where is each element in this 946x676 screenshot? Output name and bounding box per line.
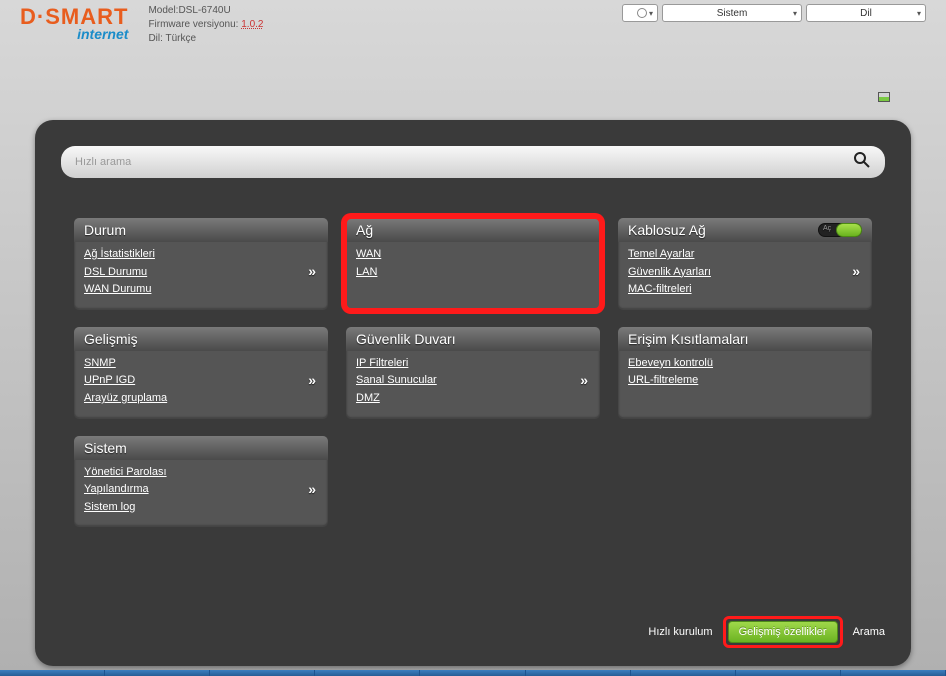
link-snmp[interactable]: SNMP <box>84 355 318 373</box>
cards-grid: Durum Ağ İstatistikleri DSL Durumu WAN D… <box>61 218 885 526</box>
brand-logo: D·SMART internet <box>20 4 128 42</box>
link-configuration[interactable]: Yapılandırma <box>84 481 318 499</box>
card-advanced: Gelişmiş SNMP UPnP IGD Arayüz gruplama » <box>74 327 328 418</box>
card-system: Sistem Yönetici Parolası Yapılandırma Si… <box>74 436 328 527</box>
card-firewall-body: IP Filtreleri Sanal Sunucular DMZ <box>346 351 600 418</box>
card-advanced-body: SNMP UPnP IGD Arayüz gruplama <box>74 351 328 418</box>
system-dropdown[interactable]: Sistem <box>662 4 802 22</box>
search-bar[interactable]: Hızlı arama <box>61 146 885 178</box>
signal-icon <box>878 92 890 102</box>
bulb-dropdown[interactable] <box>622 4 658 22</box>
card-network-body: WAN LAN <box>346 242 600 291</box>
footer-quick-setup[interactable]: Hızlı kurulum <box>648 626 712 638</box>
card-status-expand-icon[interactable]: » <box>308 263 316 279</box>
card-advanced-header: Gelişmiş <box>74 327 328 351</box>
card-system-expand-icon[interactable]: » <box>308 481 316 497</box>
card-status-header: Durum <box>74 218 328 242</box>
toggle-label: Aç <box>823 225 831 232</box>
card-wireless-expand-icon[interactable]: » <box>852 263 860 279</box>
link-dsl-status[interactable]: DSL Durumu <box>84 264 318 282</box>
language-row: Dil: Türkçe <box>148 32 622 46</box>
footer-advanced-highlight: Gelişmiş özellikler <box>723 616 843 648</box>
card-access-header: Erişim Kısıtlamaları <box>618 327 872 351</box>
top-bar: D·SMART internet Model:DSL-6740U Firmwar… <box>0 0 946 50</box>
top-controls: Sistem Dil <box>622 4 926 22</box>
card-status-body: Ağ İstatistikleri DSL Durumu WAN Durumu <box>74 242 328 309</box>
link-interface-grouping[interactable]: Arayüz gruplama <box>84 390 318 408</box>
card-wireless-body: Temel Ayarlar Güvenlik Ayarları MAC-filt… <box>618 242 872 309</box>
search-input[interactable]: Hızlı arama <box>75 156 853 168</box>
card-advanced-expand-icon[interactable]: » <box>308 372 316 388</box>
link-network-stats[interactable]: Ağ İstatistikleri <box>84 246 318 264</box>
model-row: Model:DSL-6740U <box>148 4 622 18</box>
link-wan-status[interactable]: WAN Durumu <box>84 281 318 299</box>
firmware-version-link[interactable]: 1.0.2 <box>241 19 263 30</box>
card-wireless-title: Kablosuz Ağ <box>628 222 706 238</box>
card-network: Ağ WAN LAN <box>346 218 600 309</box>
bulb-icon <box>637 8 647 18</box>
taskbar <box>0 670 946 676</box>
search-icon[interactable] <box>853 151 871 174</box>
link-dmz[interactable]: DMZ <box>356 390 590 408</box>
logo-sub: internet <box>20 26 128 42</box>
card-access: Erişim Kısıtlamaları Ebeveyn kontrolü UR… <box>618 327 872 418</box>
language-dropdown[interactable]: Dil <box>806 4 926 22</box>
link-admin-password[interactable]: Yönetici Parolası <box>84 464 318 482</box>
link-upnp-igd[interactable]: UPnP IGD <box>84 372 318 390</box>
link-system-log[interactable]: Sistem log <box>84 499 318 517</box>
footer-search[interactable]: Arama <box>853 626 885 638</box>
card-firewall-header: Güvenlik Duvarı <box>346 327 600 351</box>
card-network-header: Ağ <box>346 218 600 242</box>
advanced-features-button[interactable]: Gelişmiş özellikler <box>728 621 838 643</box>
link-lan[interactable]: LAN <box>356 264 590 282</box>
link-wan[interactable]: WAN <box>356 246 590 264</box>
link-ip-filters[interactable]: IP Filtreleri <box>356 355 590 373</box>
link-parental-control[interactable]: Ebeveyn kontrolü <box>628 355 862 373</box>
toggle-knob <box>836 223 862 237</box>
firmware-row: Firmware versiyonu: 1.0.2 <box>148 18 622 32</box>
link-security-settings[interactable]: Güvenlik Ayarları <box>628 264 862 282</box>
card-access-body: Ebeveyn kontrolü URL-filtreleme <box>618 351 872 400</box>
card-system-header: Sistem <box>74 436 328 460</box>
card-wireless: Kablosuz Ağ Aç Temel Ayarlar Güvenlik Ay… <box>618 218 872 309</box>
main-panel: Hızlı arama Durum Ağ İstatistikleri DSL … <box>35 120 911 666</box>
card-wireless-header: Kablosuz Ağ Aç <box>618 218 872 242</box>
card-status: Durum Ağ İstatistikleri DSL Durumu WAN D… <box>74 218 328 309</box>
card-firewall-expand-icon[interactable]: » <box>580 372 588 388</box>
wireless-toggle[interactable]: Aç <box>818 223 862 237</box>
card-firewall: Güvenlik Duvarı IP Filtreleri Sanal Sunu… <box>346 327 600 418</box>
card-system-body: Yönetici Parolası Yapılandırma Sistem lo… <box>74 460 328 527</box>
link-url-filtering[interactable]: URL-filtreleme <box>628 372 862 390</box>
link-basic-settings[interactable]: Temel Ayarlar <box>628 246 862 264</box>
link-mac-filters[interactable]: MAC-filtreleri <box>628 281 862 299</box>
device-info: Model:DSL-6740U Firmware versiyonu: 1.0.… <box>148 4 622 46</box>
link-virtual-servers[interactable]: Sanal Sunucular <box>356 372 590 390</box>
footer-links: Hızlı kurulum Gelişmiş özellikler Arama <box>648 616 885 648</box>
